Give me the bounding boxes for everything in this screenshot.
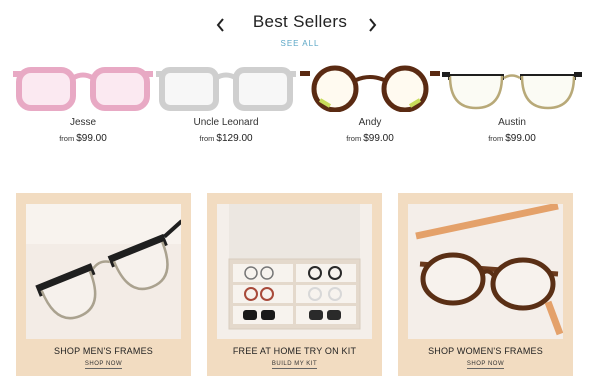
- from-label: from: [199, 134, 215, 143]
- section-title: Best Sellers: [252, 12, 348, 31]
- next-arrow-button[interactable]: [364, 14, 382, 36]
- product-price: $129.00: [216, 133, 253, 144]
- mens-frames-image: [26, 204, 181, 339]
- product-price-line: from $129.00: [156, 133, 296, 144]
- womens-frames-image: [408, 204, 563, 339]
- product-name: Uncle Leonard: [193, 117, 259, 128]
- from-label: from: [488, 134, 504, 143]
- from-label: from: [59, 134, 75, 143]
- product-price: $99.00: [76, 133, 107, 144]
- product-price-line: from $99.00: [442, 133, 582, 144]
- product-carousel: Jesse from $99.00 Uncle Leonard from $129.…: [0, 58, 600, 158]
- try-on-kit-image: [217, 204, 372, 339]
- promo-title: SHOP MEN'S FRAMES: [54, 346, 153, 356]
- jesse-glasses-image: [13, 67, 153, 111]
- andy-glasses-image: [300, 65, 440, 112]
- product-price: $99.00: [505, 133, 536, 144]
- product-name: Jesse: [69, 117, 97, 128]
- product-name: Andy: [358, 117, 382, 128]
- see-all-link[interactable]: SEE ALL: [0, 39, 600, 48]
- product-price: $99.00: [363, 133, 394, 144]
- product-card-austin[interactable]: Austin from $99.00: [442, 58, 582, 153]
- product-name: Austin: [498, 117, 526, 128]
- product-card-uncle-leonard[interactable]: Uncle Leonard from $129.00: [156, 58, 296, 153]
- shop-now-link[interactable]: SHOP NOW: [398, 361, 573, 369]
- austin-glasses-image: [442, 72, 582, 110]
- build-my-kit-link[interactable]: BUILD MY KIT: [207, 361, 382, 369]
- product-card-jesse[interactable]: Jesse from $99.00: [13, 58, 153, 153]
- product-price-line: from $99.00: [300, 133, 440, 144]
- from-label: from: [346, 134, 362, 143]
- promo-tile-womens[interactable]: SHOP WOMEN'S FRAMES SHOP NOW: [398, 193, 573, 376]
- promo-link-label: SHOP NOW: [466, 361, 505, 369]
- promo-tile-home-try-on[interactable]: FREE AT HOME TRY ON KIT BUILD MY KIT: [207, 193, 382, 376]
- uncle-leonard-glasses-image: [156, 67, 296, 111]
- best-sellers-header: Best Sellers: [0, 10, 600, 40]
- promo-link-label: SHOP NOW: [84, 361, 123, 369]
- product-card-andy[interactable]: Andy from $99.00: [300, 58, 440, 153]
- shop-now-link[interactable]: SHOP NOW: [16, 361, 191, 369]
- product-price-line: from $99.00: [13, 133, 153, 144]
- promo-title: SHOP WOMEN'S FRAMES: [428, 346, 543, 356]
- chevron-right-icon: [369, 18, 377, 32]
- promo-tile-mens[interactable]: SHOP MEN'S FRAMES SHOP NOW: [16, 193, 191, 376]
- promo-title: FREE AT HOME TRY ON KIT: [232, 346, 357, 356]
- promo-link-label: BUILD MY KIT: [271, 361, 318, 369]
